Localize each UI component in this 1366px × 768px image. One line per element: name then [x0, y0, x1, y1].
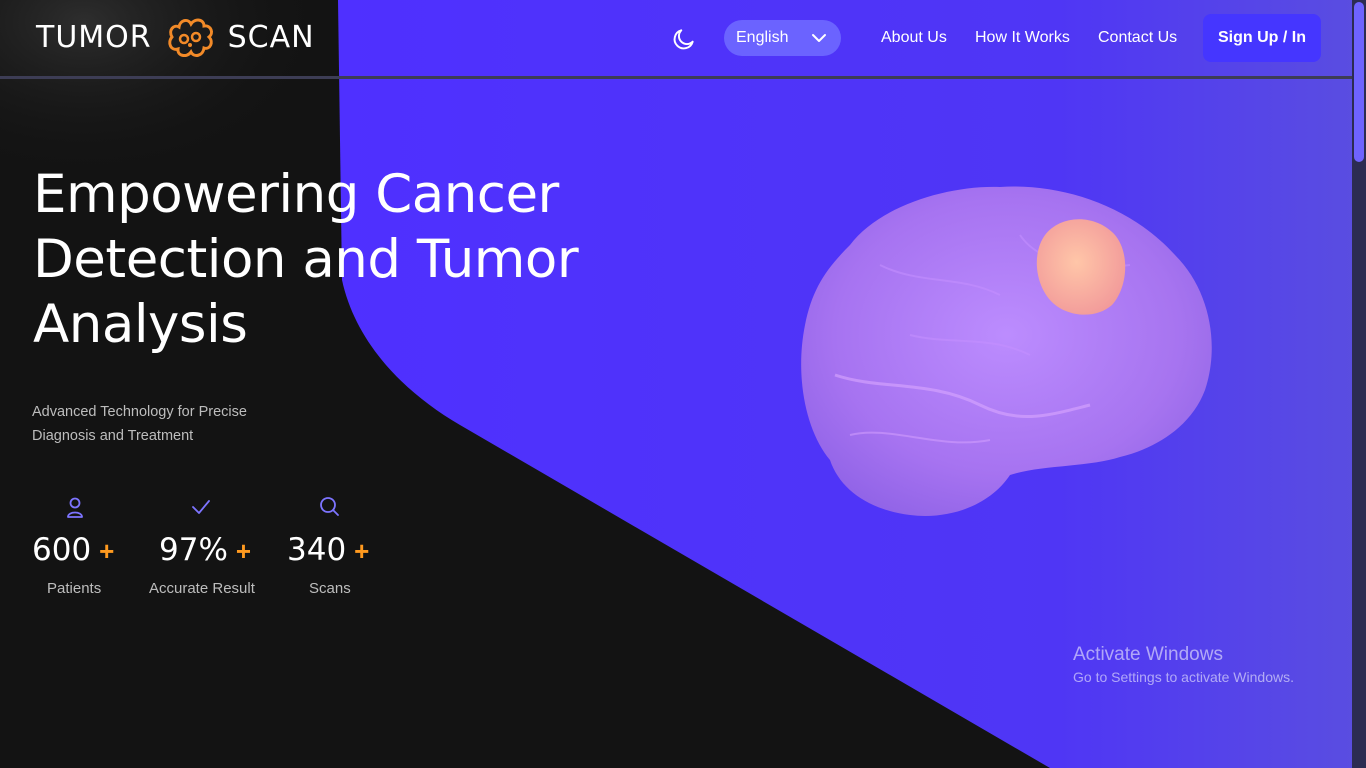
- windows-activation-watermark: Activate Windows Go to Settings to activ…: [1073, 643, 1294, 687]
- stat-patients: 600 + Patients: [32, 496, 162, 597]
- logo-word-right: SCAN: [227, 20, 315, 55]
- hero-title: Empowering Cancer Detection and Tumor An…: [33, 164, 579, 355]
- nav-about-us[interactable]: About Us: [881, 29, 947, 47]
- stat-accuracy: 97% + Accurate Result: [149, 496, 289, 597]
- watermark-title: Activate Windows: [1073, 644, 1223, 665]
- tumor-logo-icon: [167, 18, 213, 58]
- user-icon: [67, 497, 83, 518]
- scrollbar-thumb[interactable]: [1354, 2, 1364, 162]
- logo-word-left: TUMOR: [36, 20, 152, 55]
- nav-how-it-works[interactable]: How It Works: [975, 29, 1070, 47]
- chevron-down-icon: [812, 34, 826, 42]
- check-icon: [192, 500, 210, 514]
- search-icon: [320, 497, 339, 516]
- sign-up-in-button[interactable]: Sign Up / In: [1203, 14, 1321, 62]
- nav-contact-us[interactable]: Contact Us: [1098, 29, 1177, 47]
- stat-label: Accurate Result: [149, 580, 255, 597]
- watermark-subtitle: Go to Settings to activate Windows.: [1073, 669, 1294, 685]
- logo[interactable]: TUMOR SCAN: [36, 16, 315, 60]
- theme-toggle-button[interactable]: [671, 26, 697, 52]
- brain-illustration: [790, 175, 1230, 525]
- stat-label: Scans: [309, 580, 351, 597]
- stat-scans: 340 + Scans: [287, 496, 417, 597]
- page-scrollbar[interactable]: [1352, 0, 1366, 768]
- stat-value: 340 +: [287, 532, 370, 568]
- stat-value: 600 +: [32, 532, 115, 568]
- moon-icon: [673, 29, 694, 50]
- stat-value: 97% +: [159, 532, 252, 568]
- stat-label: Patients: [47, 580, 102, 597]
- language-select[interactable]: English: [724, 20, 841, 56]
- language-value: English: [736, 29, 789, 46]
- hero-subtitle: Advanced Technology for Precise Diagnosi…: [32, 404, 247, 444]
- brain-shape: [801, 186, 1212, 516]
- site-header: TUMOR SCAN English About Us How It Works…: [0, 0, 1352, 79]
